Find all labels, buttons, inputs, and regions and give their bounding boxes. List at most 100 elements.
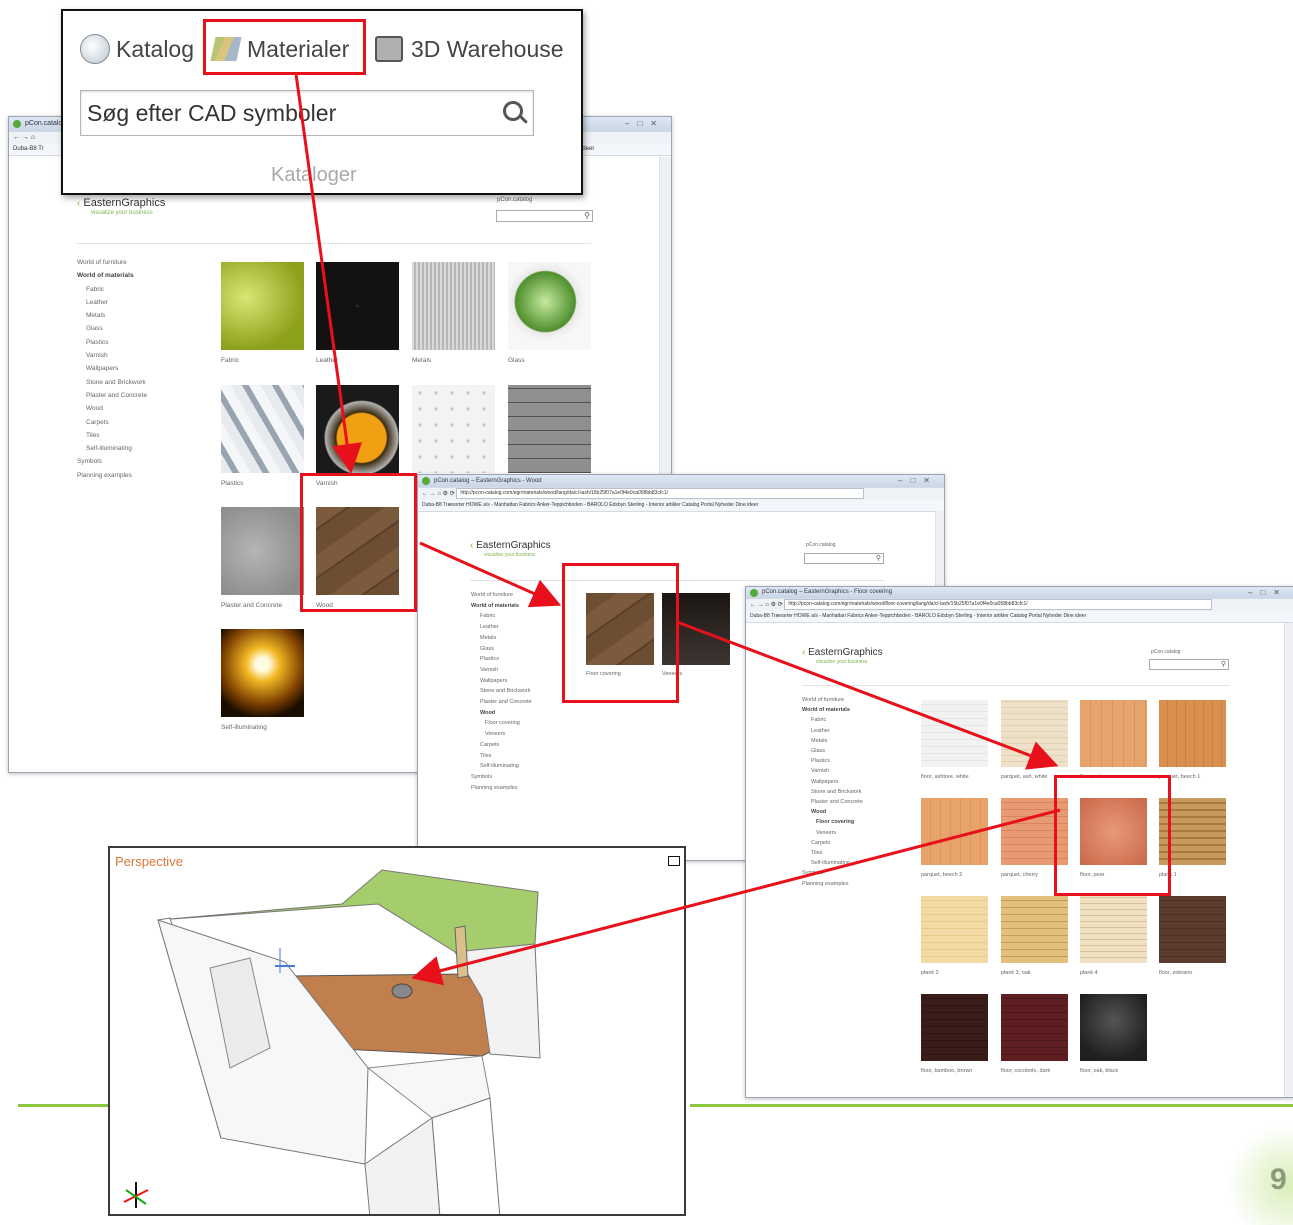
sidebar-item[interactable]: Tiles xyxy=(471,751,532,762)
sidebar-item[interactable]: Metals xyxy=(471,633,532,644)
sidebar-item[interactable]: Leather xyxy=(77,296,147,309)
sidebar-item[interactable]: Wood xyxy=(471,708,532,719)
sidebar-item[interactable]: Plaster and Concrete xyxy=(77,389,147,402)
sidebar-item[interactable]: Wallpapers xyxy=(77,362,147,375)
search-icon[interactable]: ⚲ xyxy=(876,554,881,563)
search-icon[interactable]: ⚲ xyxy=(584,211,590,221)
sidebar-item[interactable]: Glass xyxy=(802,746,863,756)
material-tile[interactable]: Glass xyxy=(508,262,591,364)
floor-tile[interactable]: floor, bamboo, brown xyxy=(921,994,988,1074)
sidebar-item[interactable]: Metals xyxy=(802,736,863,746)
tab-3d-warehouse[interactable]: 3D Warehouse xyxy=(375,31,564,67)
sidebar-item[interactable]: Wood xyxy=(802,807,863,817)
material-tile[interactable] xyxy=(412,385,495,473)
sidebar-item[interactable]: Floor covering xyxy=(471,718,532,729)
sidebar-item[interactable]: Stone and Brickwork xyxy=(802,787,863,797)
sidebar-item[interactable]: Wallpapers xyxy=(802,777,863,787)
easterngraphics-logo[interactable]: ‹ EasternGraphics visualize your business xyxy=(77,197,165,216)
sidebar-item[interactable]: Wood xyxy=(77,402,147,415)
sidebar-item[interactable]: World of materials xyxy=(802,705,863,715)
sidebar-item[interactable]: Glass xyxy=(471,644,532,655)
floor-tile[interactable]: plank 2 xyxy=(921,896,988,976)
floor-tile[interactable]: parquet, beech 1 xyxy=(1159,700,1226,780)
material-tile[interactable]: Varnish xyxy=(316,385,399,487)
sidebar-item[interactable]: Symbols xyxy=(471,772,532,783)
sidebar-item[interactable]: Plaster and Concrete xyxy=(802,797,863,807)
sidebar-item[interactable]: Fabric xyxy=(77,283,147,296)
window-controls[interactable]: –□✕ xyxy=(898,475,938,487)
sidebar-item[interactable]: Symbols xyxy=(77,455,147,468)
sidebar-item[interactable]: Fabric xyxy=(471,611,532,622)
sidebar-item[interactable]: Plaster and Concrete xyxy=(471,697,532,708)
bookmark-item-right[interactable]: ideer xyxy=(581,144,594,155)
sidebar-item[interactable]: Symbols xyxy=(802,868,863,878)
sidebar-item[interactable]: Self-illuminating xyxy=(802,858,863,868)
sidebar-item[interactable]: Floor covering xyxy=(802,817,863,827)
sidebar-item[interactable]: Varnish xyxy=(802,766,863,776)
cad-search-field[interactable]: Søg efter CAD symboler xyxy=(80,90,534,136)
catalog-search-input[interactable]: ⚲ xyxy=(496,210,593,222)
bookmarks-bar[interactable]: Duba-B8 Træsorter HOWE a/s - Manhattan F… xyxy=(746,611,1293,623)
sidebar-item[interactable]: Varnish xyxy=(77,349,147,362)
sidebar-item[interactable]: Plastics xyxy=(77,336,147,349)
sidebar-item[interactable]: Veneers xyxy=(802,828,863,838)
sidebar-item[interactable]: Planning examples xyxy=(802,879,863,889)
sidebar-item[interactable]: World of materials xyxy=(77,269,147,282)
floor-tile[interactable]: floor, oak xyxy=(1080,700,1147,780)
material-tile[interactable] xyxy=(508,385,591,473)
sidebar-item[interactable]: Wallpapers xyxy=(471,676,532,687)
sidebar-item[interactable]: Plastics xyxy=(471,654,532,665)
sidebar-item[interactable]: Tiles xyxy=(77,429,147,442)
sidebar-item[interactable]: World of furniture xyxy=(802,695,863,705)
perspective-viewport[interactable]: Perspective xyxy=(108,846,686,1216)
sidebar-item[interactable]: Planning examples xyxy=(471,783,532,794)
bookmarks-bar[interactable]: Duba-B8 Træsorter HOWE a/s - Manhattan F… xyxy=(418,500,944,512)
floor-tile[interactable]: plank 4 xyxy=(1080,896,1147,976)
material-tile[interactable]: Plaster and Concrete xyxy=(221,507,304,609)
easterngraphics-logo[interactable]: ‹ EasternGraphics visualize your business xyxy=(802,647,883,665)
sidebar-item[interactable]: Leather xyxy=(471,622,532,633)
nav-buttons-icon[interactable]: ← → ⌂ ⚙ ⟳ xyxy=(750,602,784,608)
window-controls[interactable]: –□✕ xyxy=(1248,587,1288,598)
floor-tile[interactable]: parquet, ash, white xyxy=(1001,700,1068,780)
sidebar-item[interactable]: Self-illuminating xyxy=(77,442,147,455)
floor-tile[interactable]: floor, ashtree, white xyxy=(921,700,988,780)
sidebar-item[interactable]: Planning examples xyxy=(77,469,147,482)
floor-tile[interactable]: parquet, beech 2 xyxy=(921,798,988,878)
sidebar-item[interactable]: World of furniture xyxy=(77,256,147,269)
sidebar-item[interactable]: Leather xyxy=(802,726,863,736)
sidebar-item[interactable]: World of furniture xyxy=(471,590,532,601)
sidebar-item[interactable]: Varnish xyxy=(471,665,532,676)
sidebar-item[interactable]: Stone and Brickwork xyxy=(471,686,532,697)
material-tile[interactable]: Fabric xyxy=(221,262,304,364)
floor-tile[interactable]: floor, oak, black xyxy=(1080,994,1147,1074)
address-bar[interactable]: http://pcon-catalog.com/egr/materials/wo… xyxy=(784,599,1213,610)
nav-buttons-icon[interactable]: ← → ⌂ ⚙ ⟳ xyxy=(422,491,456,497)
sidebar-item[interactable]: Veneers xyxy=(471,729,532,740)
tab-katalog[interactable]: Katalog xyxy=(80,31,194,67)
sidebar-item[interactable]: Fabric xyxy=(802,715,863,725)
scrollbar[interactable] xyxy=(1284,623,1293,1097)
material-tile[interactable]: Self-illuminating xyxy=(221,629,304,731)
sidebar-item[interactable]: Tiles xyxy=(802,848,863,858)
bookmark-item[interactable]: Duba-B8 Tr xyxy=(13,146,44,152)
sidebar-item[interactable]: Glass xyxy=(77,322,147,335)
sidebar-item[interactable]: Carpets xyxy=(802,838,863,848)
window-controls[interactable]: –□✕ xyxy=(625,117,665,131)
sidebar-item[interactable]: World of materials xyxy=(471,601,532,612)
easterngraphics-logo[interactable]: ‹ EasternGraphics visualize your business xyxy=(470,540,551,558)
back-forward-icon[interactable]: ← → ⌂ xyxy=(13,134,35,141)
catalog-search-input[interactable]: ⚲ xyxy=(804,553,884,564)
material-tile[interactable]: Plastics xyxy=(221,385,304,487)
address-bar[interactable]: http://pcon-catalog.com/egr/materials/wo… xyxy=(456,488,865,499)
search-icon[interactable]: ⚲ xyxy=(1221,660,1226,669)
sidebar-item[interactable]: Plastics xyxy=(802,756,863,766)
material-tile[interactable]: Leather xyxy=(316,262,399,364)
floor-tile[interactable]: floor, zebrano xyxy=(1159,896,1226,976)
sidebar-item[interactable]: Stone and Brickwork xyxy=(77,376,147,389)
sidebar-item[interactable]: Carpets xyxy=(471,740,532,751)
material-tile[interactable]: Metals xyxy=(412,262,495,364)
sidebar-item[interactable]: Metals xyxy=(77,309,147,322)
floor-tile[interactable]: plank 3, oak xyxy=(1001,896,1068,976)
floor-tile[interactable]: floor, cocobolo, dark xyxy=(1001,994,1068,1074)
